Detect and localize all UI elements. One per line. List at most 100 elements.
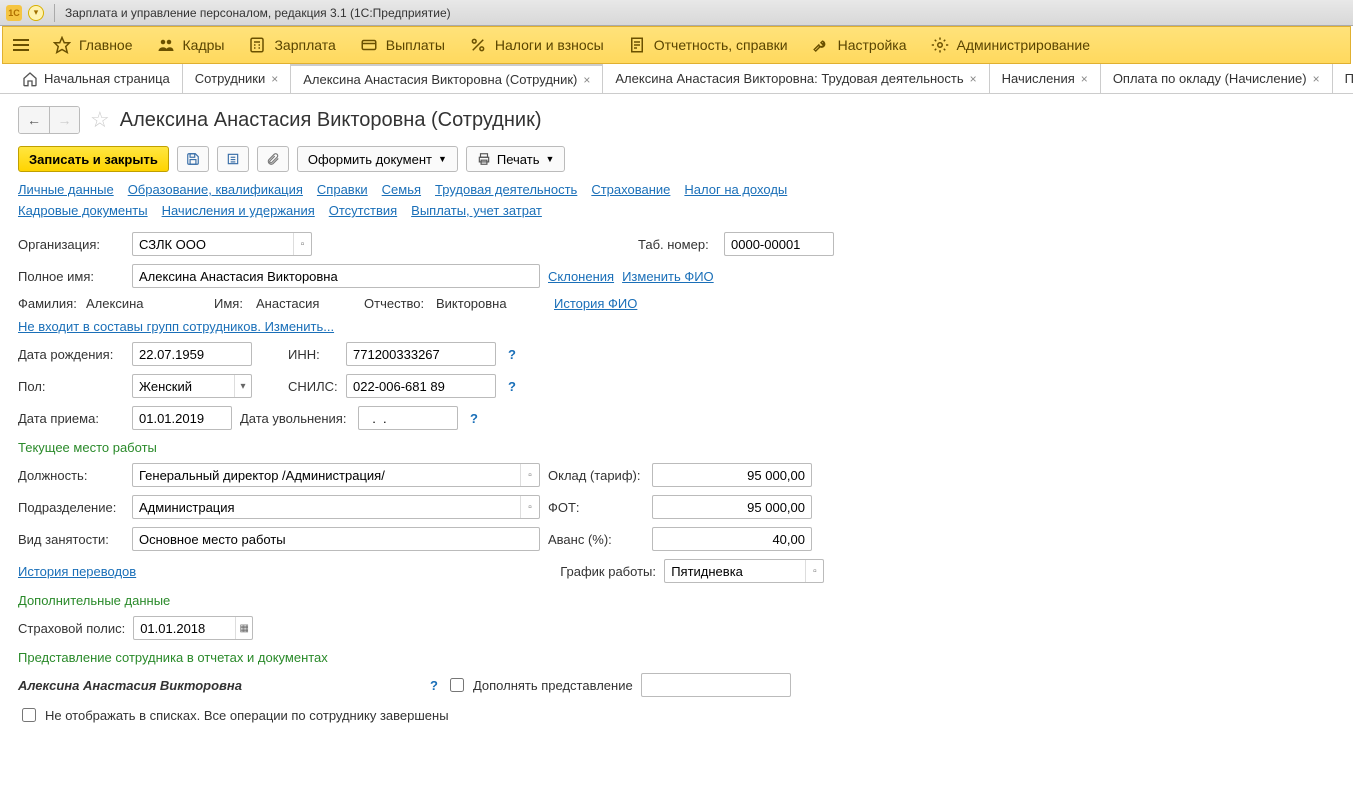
fire-input[interactable]: [359, 407, 457, 429]
menu-reports[interactable]: Отчетность, справки: [628, 36, 788, 54]
schedule-input[interactable]: [665, 560, 805, 582]
tab-home[interactable]: Начальная страница: [10, 64, 183, 93]
insurance-input-wrap: ▦: [133, 616, 253, 640]
sex-input[interactable]: [133, 375, 234, 397]
emptype-input[interactable]: [133, 528, 539, 550]
close-icon[interactable]: ×: [583, 73, 590, 87]
link-personal[interactable]: Личные данные: [18, 182, 114, 197]
inn-input[interactable]: [347, 343, 495, 365]
add-repr-checkbox-wrap[interactable]: Дополнять представление: [446, 675, 633, 695]
salary-input[interactable]: [653, 464, 811, 486]
close-icon[interactable]: ×: [1081, 72, 1088, 86]
section-links-2: Кадровые документы Начисления и удержани…: [18, 203, 1335, 218]
link-hr-docs[interactable]: Кадровые документы: [18, 203, 148, 218]
fullname-input[interactable]: [133, 265, 539, 287]
hamburger-icon[interactable]: [13, 39, 29, 51]
link-payments[interactable]: Выплаты, учет затрат: [411, 203, 542, 218]
advance-input[interactable]: [653, 528, 811, 550]
print-button[interactable]: Печать▼: [466, 146, 566, 172]
tab-employee-card[interactable]: Алексина Анастасия Викторовна (Сотрудник…: [291, 64, 603, 93]
groups-link[interactable]: Не входит в составы групп сотрудников. И…: [18, 319, 334, 334]
save-button[interactable]: [177, 146, 209, 172]
link-refs[interactable]: Справки: [317, 182, 368, 197]
menu-taxes[interactable]: Налоги и взносы: [469, 36, 604, 54]
menu-admin[interactable]: Администрирование: [931, 36, 1091, 54]
link-tax[interactable]: Налог на доходы: [684, 182, 787, 197]
fot-input[interactable]: [653, 496, 811, 518]
dob-input[interactable]: [133, 343, 251, 365]
dept-input[interactable]: [133, 496, 520, 518]
sex-input-wrap: ▾: [132, 374, 252, 398]
tabnum-input[interactable]: [725, 233, 833, 255]
insurance-input[interactable]: [134, 617, 235, 639]
attach-button[interactable]: [257, 146, 289, 172]
card-button[interactable]: [217, 146, 249, 172]
dept-input-wrap: ▫: [132, 495, 540, 519]
tab-labor-activity[interactable]: Алексина Анастасия Викторовна: Трудовая …: [603, 64, 989, 93]
add-repr-checkbox[interactable]: [450, 678, 464, 692]
chevron-down-icon: ▼: [438, 154, 447, 164]
snils-help-icon[interactable]: ?: [508, 379, 516, 394]
hide-in-lists-checkbox-wrap[interactable]: Не отображать в списках. Все операции по…: [18, 705, 449, 725]
transfers-history-link[interactable]: История переводов: [18, 564, 136, 579]
dept-picker-icon[interactable]: ▫: [520, 496, 539, 518]
org-picker-icon[interactable]: ▫: [293, 233, 311, 255]
schedule-picker-icon[interactable]: ▫: [805, 560, 823, 582]
emptype-input-wrap: [132, 527, 540, 551]
separator: [54, 4, 55, 22]
link-education[interactable]: Образование, квалификация: [128, 182, 303, 197]
repr-extra-input[interactable]: [642, 674, 790, 696]
tab-label: Начисления: [1002, 71, 1075, 86]
hide-in-lists-checkbox[interactable]: [22, 708, 36, 722]
close-icon[interactable]: ×: [970, 72, 977, 86]
menu-payments[interactable]: Выплаты: [360, 36, 445, 54]
tab-more[interactable]: Показа: [1333, 64, 1353, 93]
org-input[interactable]: [133, 233, 293, 255]
tab-accruals[interactable]: Начисления ×: [990, 64, 1101, 93]
menu-main[interactable]: Главное: [53, 36, 133, 54]
org-input-wrap: ▫: [132, 232, 312, 256]
snils-input[interactable]: [347, 375, 495, 397]
calendar-icon[interactable]: ▦: [235, 617, 252, 639]
repr-help-icon[interactable]: ?: [430, 678, 438, 693]
link-absences[interactable]: Отсутствия: [329, 203, 397, 218]
position-picker-icon[interactable]: ▫: [520, 464, 539, 486]
position-input[interactable]: [133, 464, 520, 486]
hire-input[interactable]: [133, 407, 231, 429]
report-icon: [628, 36, 646, 54]
sex-dropdown-icon[interactable]: ▾: [234, 375, 251, 397]
link-labor[interactable]: Трудовая деятельность: [435, 182, 577, 197]
nav-back-button[interactable]: ←: [19, 107, 49, 133]
create-doc-button[interactable]: Оформить документ▼: [297, 146, 458, 172]
change-fio-link[interactable]: Изменить ФИО: [622, 269, 714, 284]
favorite-star-icon[interactable]: ☆: [90, 107, 110, 133]
schedule-input-wrap: ▫: [664, 559, 824, 583]
fio-history-link[interactable]: История ФИО: [554, 296, 637, 311]
star-menu-icon: [53, 36, 71, 54]
emptype-label: Вид занятости:: [18, 532, 124, 547]
close-icon[interactable]: ×: [271, 72, 278, 86]
tab-salary-accrual[interactable]: Оплата по окладу (Начисление)×: [1101, 64, 1333, 93]
close-icon[interactable]: ×: [1313, 72, 1320, 86]
link-insurance[interactable]: Страхование: [591, 182, 670, 197]
menu-label: Кадры: [183, 37, 225, 53]
nav-forward-button[interactable]: →: [49, 107, 79, 133]
menu-salary[interactable]: Зарплата: [248, 36, 335, 54]
menu-kadry[interactable]: Кадры: [157, 36, 225, 54]
dob-input-wrap: [132, 342, 252, 366]
window-titlebar: 1C ▾ Зарплата и управление персоналом, р…: [0, 0, 1353, 26]
wallet-icon: [360, 36, 378, 54]
paperclip-icon: [266, 152, 280, 166]
link-accruals[interactable]: Начисления и удержания: [162, 203, 315, 218]
declensions-link[interactable]: Склонения: [548, 269, 614, 284]
app-dropdown-icon[interactable]: ▾: [28, 5, 44, 21]
inn-help-icon[interactable]: ?: [508, 347, 516, 362]
link-family[interactable]: Семья: [382, 182, 421, 197]
fire-help-icon[interactable]: ?: [470, 411, 478, 426]
fullname-input-wrap: [132, 264, 540, 288]
tabs-bar: Начальная страница Сотрудники× Алексина …: [0, 64, 1353, 94]
save-close-button[interactable]: Записать и закрыть: [18, 146, 169, 172]
fire-label: Дата увольнения:: [240, 411, 350, 426]
menu-settings[interactable]: Настройка: [812, 36, 907, 54]
tab-employees[interactable]: Сотрудники×: [183, 64, 291, 93]
